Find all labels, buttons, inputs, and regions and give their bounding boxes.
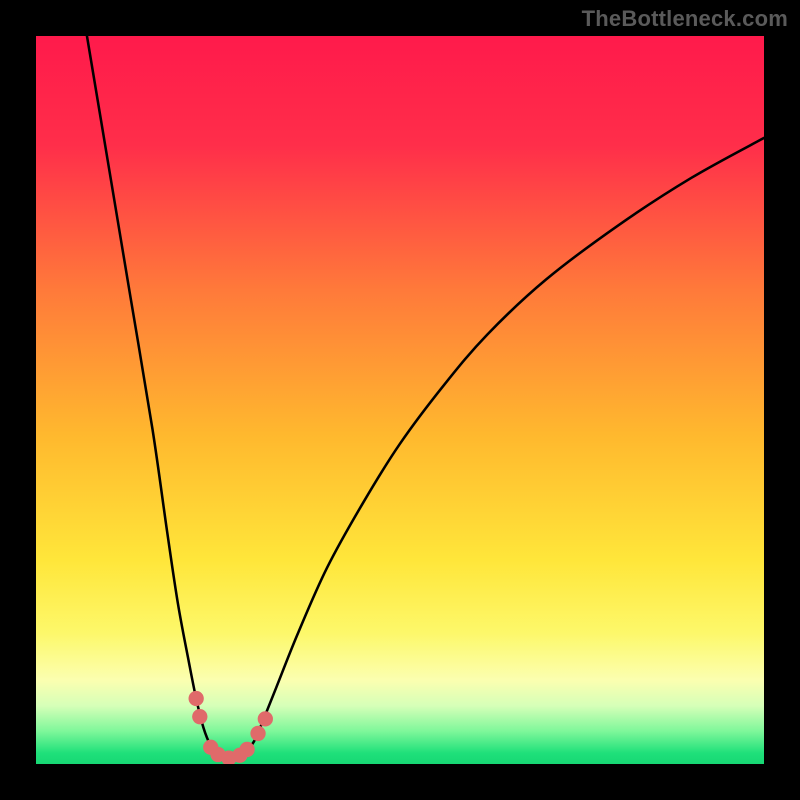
bottleneck-curve: [87, 36, 764, 759]
watermark-text: TheBottleneck.com: [582, 6, 788, 32]
chart-frame: TheBottleneck.com: [0, 0, 800, 800]
curve-layer: [36, 36, 764, 764]
optimal-markers: [189, 691, 273, 764]
plot-area: [36, 36, 764, 764]
marker-dot: [258, 711, 273, 726]
marker-dot: [192, 709, 207, 724]
marker-dot: [250, 726, 265, 741]
marker-dot: [239, 742, 254, 757]
marker-dot: [189, 691, 204, 706]
